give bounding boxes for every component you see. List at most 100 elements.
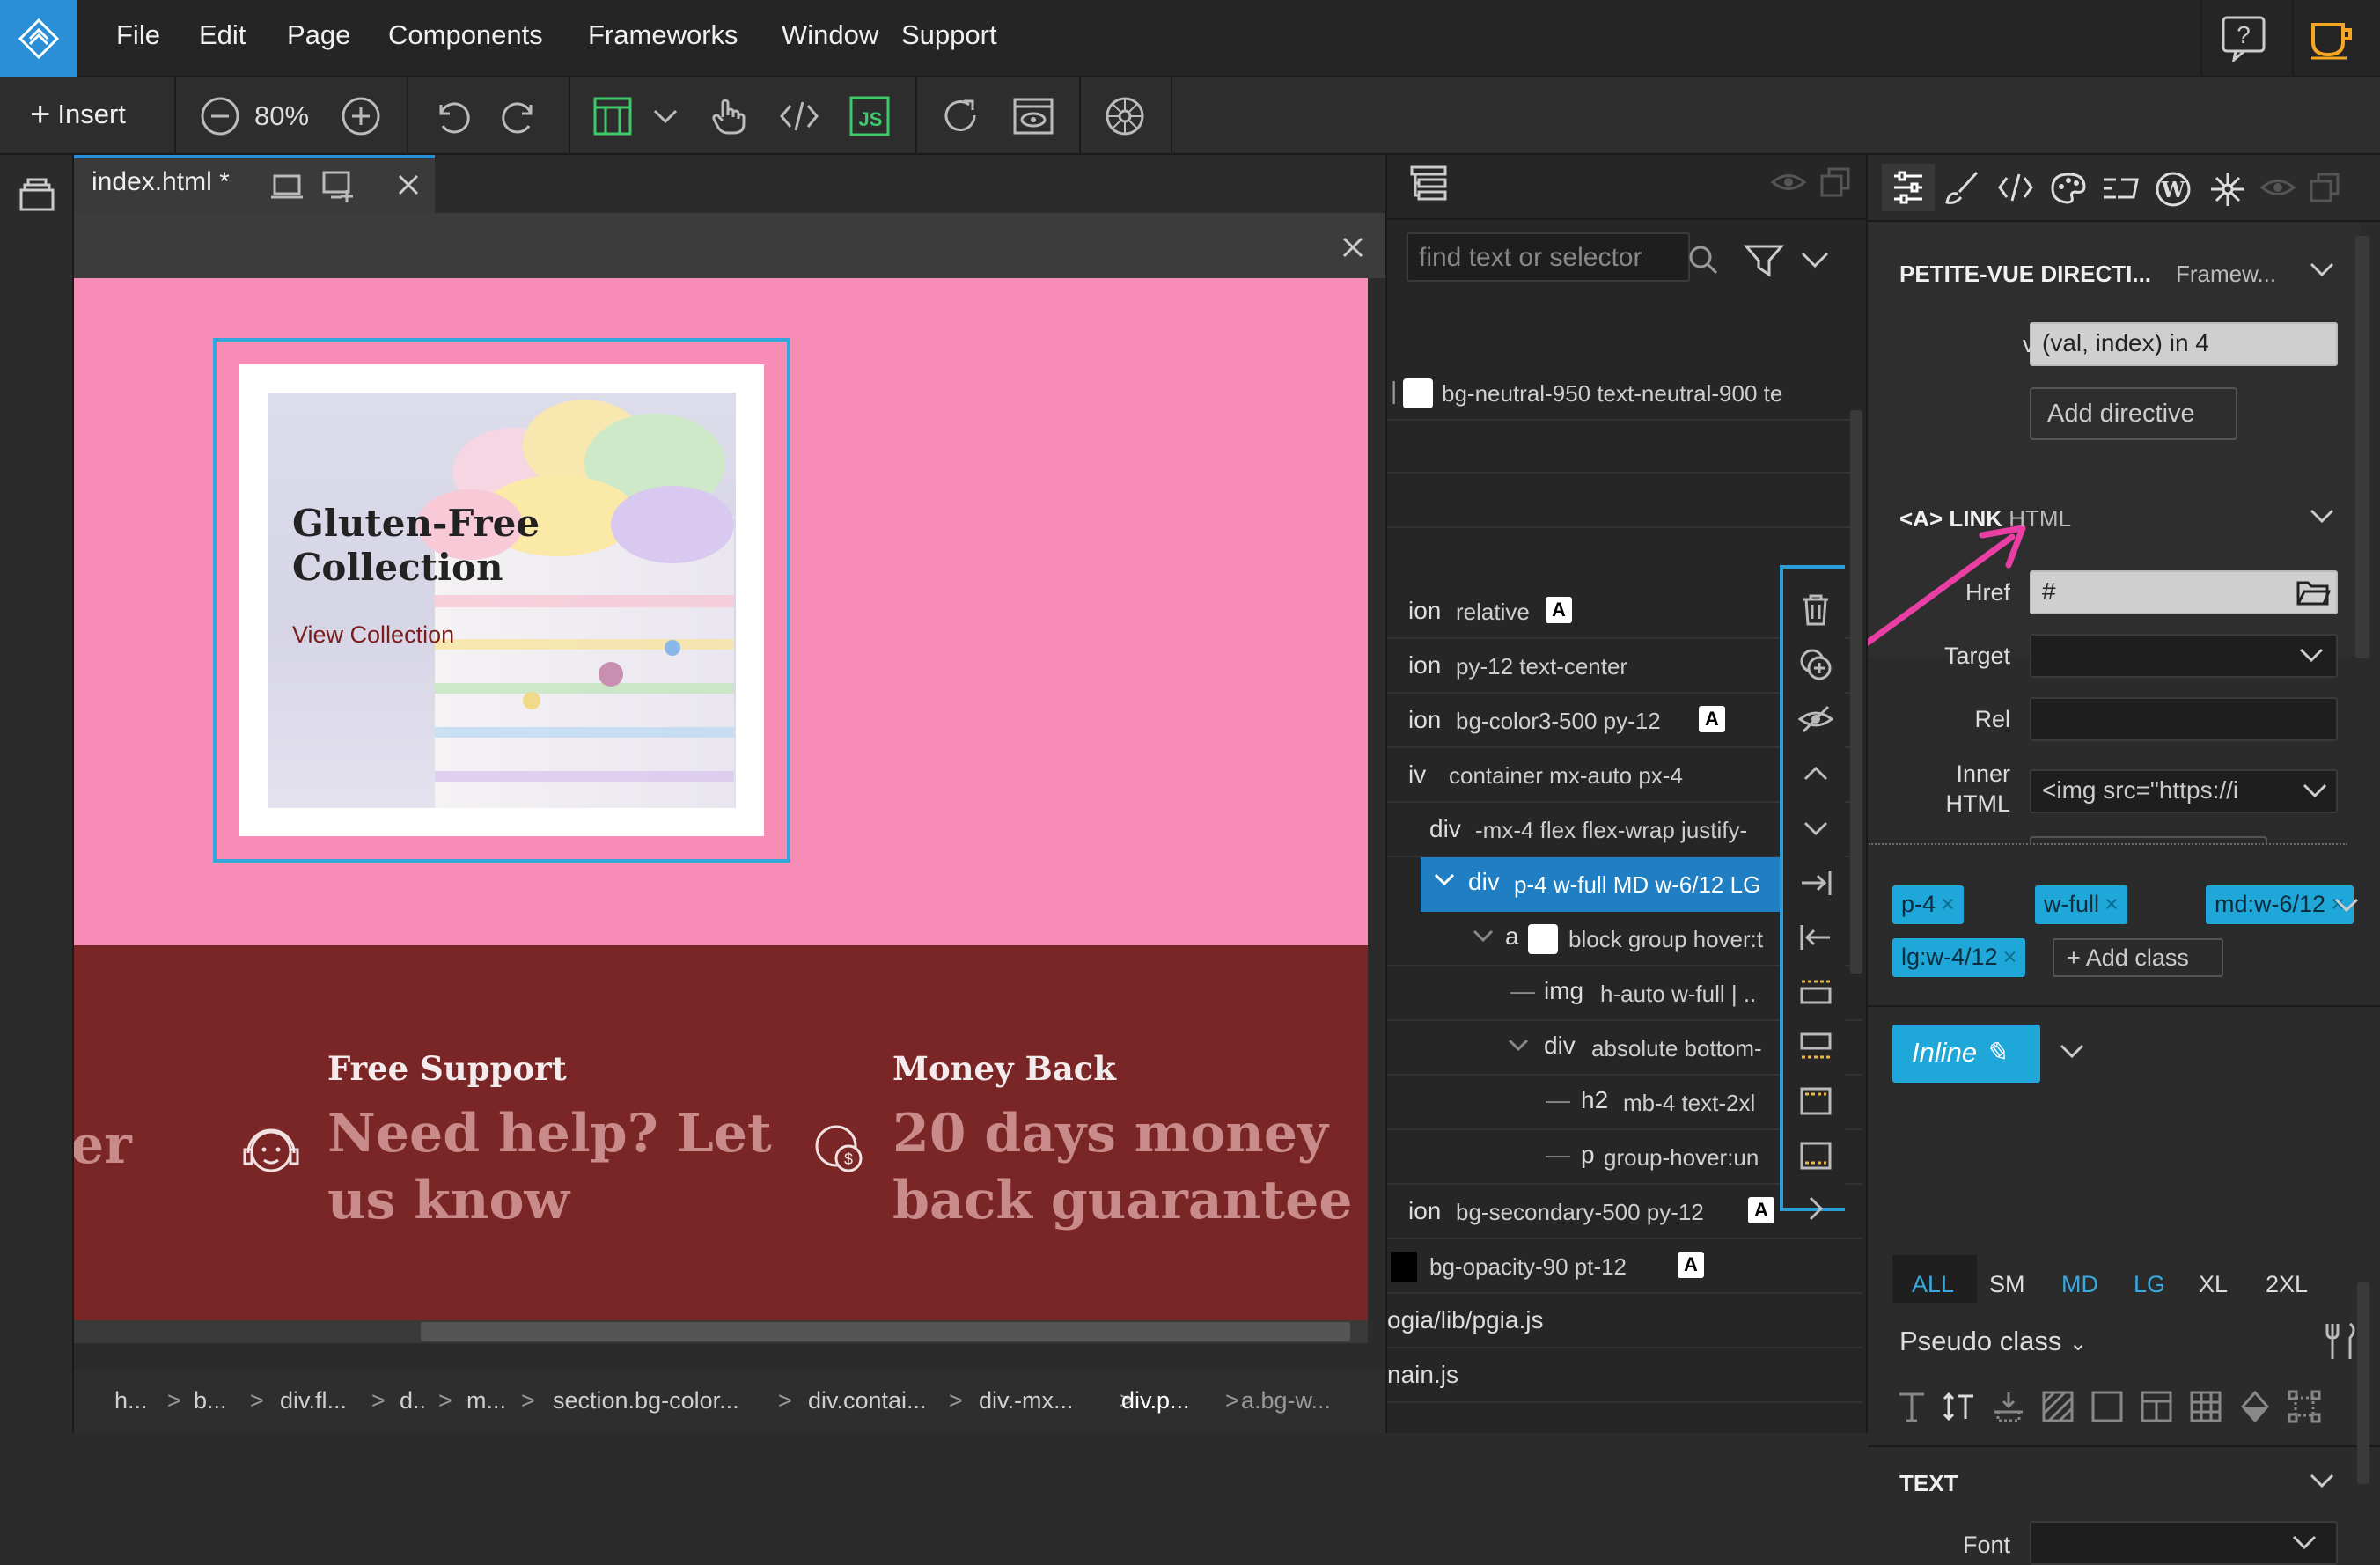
crumb-item[interactable]: b... (194, 1387, 227, 1414)
preview-icon[interactable] (1012, 95, 1054, 137)
redo-icon[interactable] (500, 95, 542, 137)
menu-page[interactable]: Page (287, 19, 350, 51)
crumb-item[interactable]: div.-mx... (979, 1387, 1074, 1414)
crumb-item[interactable]: d.. (400, 1387, 426, 1414)
zoom-out-icon[interactable] (199, 95, 241, 137)
code-icon[interactable] (1996, 171, 2035, 204)
grid-icon[interactable] (2188, 1389, 2223, 1424)
help-icon[interactable]: ? (2220, 14, 2269, 62)
tree-icon[interactable] (1408, 164, 1449, 204)
add-directive-button[interactable]: Add directive (2030, 387, 2237, 440)
refresh-icon[interactable] (940, 95, 982, 137)
chevron-down-icon[interactable] (2290, 1532, 2318, 1554)
prepend-inside-icon[interactable] (1797, 1083, 1834, 1120)
javascript-icon[interactable]: JS (848, 95, 891, 137)
insert-button[interactable]: + Insert (30, 97, 126, 132)
properties-tab-icon[interactable] (1882, 164, 1935, 211)
tree-row-selected[interactable]: div p-4 w-full MD w-6/12 LG (1421, 857, 1834, 912)
view-collection-link[interactable]: View Collection (292, 621, 454, 649)
chevron-down-icon[interactable] (2301, 780, 2329, 803)
insert-after-icon[interactable] (1797, 1028, 1834, 1065)
breakpoint-2xl[interactable]: 2XL (2266, 1271, 2308, 1298)
pseudo-class-dropdown[interactable]: Pseudo class ⌄ (1899, 1326, 2087, 1357)
tree-row[interactable]: bg-opacity-90 pt-12 A (1387, 1239, 1862, 1294)
menu-support[interactable]: Support (901, 19, 997, 51)
page-canvas[interactable]: Gluten-Free Collection View Collection e… (74, 278, 1368, 1320)
directive-framework-label[interactable]: Framew... (2176, 261, 2276, 288)
chevron-down-icon[interactable] (1799, 246, 1831, 273)
menu-file[interactable]: File (116, 19, 160, 51)
duplicate-icon[interactable] (1797, 646, 1834, 683)
breakpoint-sm[interactable]: SM (1989, 1271, 2025, 1298)
link-section-title[interactable]: <A> LINK HTML (1899, 505, 2071, 533)
code-icon[interactable] (778, 95, 820, 137)
chevron-down-icon[interactable] (2332, 894, 2361, 917)
properties-scrollbar[interactable] (2355, 236, 2369, 658)
tree-row[interactable]: ogia/lib/pgia.js (1387, 1294, 1862, 1348)
folder-icon[interactable] (2296, 577, 2331, 607)
style-scrollbar[interactable] (2357, 1282, 2369, 1484)
grid-layout-icon[interactable] (591, 95, 634, 137)
tree-search-input[interactable]: find text or selector (1407, 232, 1690, 282)
line-height-icon[interactable] (1942, 1389, 1977, 1424)
chevron-right-icon[interactable] (1797, 1190, 1834, 1227)
inner-html-input[interactable]: <img src="https://i (2030, 769, 2338, 813)
tree-row-empty[interactable] (1387, 421, 1862, 474)
close-icon[interactable] (1341, 236, 1364, 259)
palette-icon[interactable] (2049, 171, 2088, 206)
outdent-icon[interactable] (1797, 919, 1834, 956)
chevron-down-icon[interactable] (2297, 644, 2325, 667)
panel-splitter[interactable] (1869, 843, 2347, 850)
coffee-cup-icon[interactable] (2308, 16, 2357, 60)
detach-panel-icon[interactable] (2308, 171, 2341, 204)
href-input[interactable]: # (2030, 570, 2338, 614)
menu-frameworks[interactable]: Frameworks (588, 19, 738, 51)
pinegrow-logo-icon[interactable] (0, 0, 77, 77)
add-device-icon[interactable] (320, 169, 357, 204)
breakpoint-md[interactable]: MD (2061, 1271, 2098, 1298)
tools-icon[interactable] (2320, 1320, 2362, 1363)
target-select[interactable] (2030, 634, 2338, 678)
library-icon[interactable] (18, 176, 56, 213)
crumb-item[interactable]: m... (466, 1387, 506, 1414)
class-tag[interactable]: w-full × (2035, 885, 2127, 924)
breakpoint-lg[interactable]: LG (2134, 1271, 2165, 1298)
laptop-icon[interactable] (269, 171, 305, 202)
menu-edit[interactable]: Edit (199, 19, 246, 51)
menu-components[interactable]: Components (388, 19, 543, 51)
chevron-down-icon[interactable] (2058, 1040, 2086, 1063)
brush-icon[interactable] (1942, 169, 1980, 208)
menu-window[interactable]: Window (782, 19, 878, 51)
crumb-item-current[interactable]: div.p... (1121, 1387, 1190, 1414)
crumb-item[interactable]: a.bg-w... (1241, 1387, 1331, 1414)
class-tag[interactable]: p-4 × (1892, 885, 1964, 924)
chevron-up-icon[interactable] (1797, 755, 1834, 792)
add-class-button[interactable]: + Add class (2053, 938, 2223, 977)
text-style-icon[interactable] (1894, 1389, 1929, 1424)
insert-before-icon[interactable] (1797, 974, 1834, 1010)
close-tab-icon[interactable] (396, 173, 421, 197)
collection-card[interactable]: Gluten-Free Collection View Collection (239, 364, 764, 836)
chevron-down-icon[interactable] (2308, 1470, 2336, 1493)
chevron-down-icon[interactable] (644, 95, 687, 137)
rel-input[interactable] (2030, 697, 2338, 741)
effects-icon[interactable] (2237, 1389, 2273, 1424)
tree-scrollbar[interactable] (1850, 410, 1862, 974)
search-icon[interactable] (1686, 243, 1720, 276)
tree-row-empty[interactable] (1387, 475, 1862, 528)
zoom-level[interactable]: 80% (254, 100, 309, 132)
chevron-down-icon[interactable] (2308, 259, 2336, 282)
background-icon[interactable] (2040, 1389, 2075, 1424)
undo-icon[interactable] (430, 95, 472, 137)
transform-icon[interactable] (2287, 1389, 2322, 1424)
tree-row[interactable]: nain.js (1387, 1348, 1862, 1403)
breakpoint-xl[interactable]: XL (2199, 1271, 2228, 1298)
detach-panel-icon[interactable] (1818, 165, 1852, 199)
crumb-item[interactable]: div.contai... (808, 1387, 927, 1414)
settings-wheel-icon[interactable] (1104, 95, 1146, 137)
canvas-horizontal-scrollbar[interactable] (74, 1320, 1368, 1343)
crumb-item[interactable]: div.fl... (280, 1387, 347, 1414)
text-align-icon[interactable] (2102, 174, 2141, 202)
breakpoint-all[interactable]: ALL (1912, 1271, 1954, 1298)
directive-section-title[interactable]: PETITE-VUE DIRECTI... (1899, 261, 2151, 288)
